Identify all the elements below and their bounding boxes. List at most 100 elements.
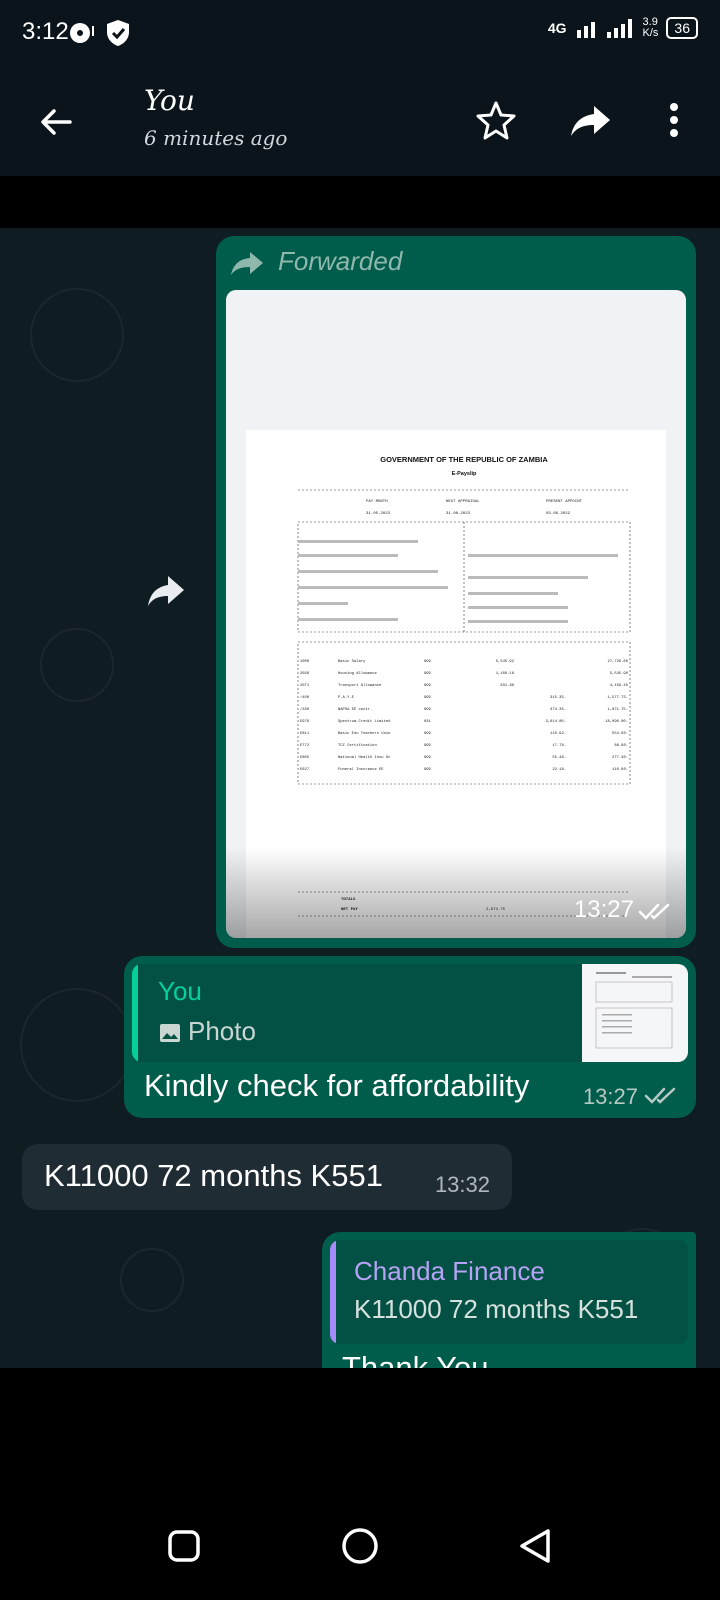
forwarded-icon xyxy=(231,252,263,275)
outgoing-message-bubble[interactable]: Chanda Finance K11000 72 months K551 Tha… xyxy=(322,1232,696,1385)
more-options-icon[interactable] xyxy=(652,98,696,142)
battery-icon: 36 xyxy=(666,17,698,39)
payslip-cell: Housing Allowance xyxy=(338,671,377,676)
payslip-cell: 999 xyxy=(424,672,432,676)
network-speed: 3.9 K/s xyxy=(642,16,659,39)
payslip-rows: 1000 Basic Salary 999 5,545.92 27,729.60 2026… xyxy=(300,659,629,772)
photo-icon xyxy=(160,1024,180,1042)
quoted-message[interactable]: You Photo xyxy=(132,964,688,1062)
message-text: K11000 72 months K551 xyxy=(44,1158,383,1193)
payslip-cell: 554.60- xyxy=(612,732,628,736)
shield-icon xyxy=(107,20,129,46)
payslip-cell: 4,159.45 xyxy=(610,684,629,688)
read-receipt-icon xyxy=(638,903,670,920)
payslip-cell: 17.78- xyxy=(552,744,566,748)
network-type: 4G xyxy=(547,20,567,36)
payslip-cell: 999 xyxy=(424,732,432,736)
payslip-cell: 999 xyxy=(424,684,432,688)
star-icon[interactable] xyxy=(474,98,518,142)
status-bar: 3:12 4G 3.9 K/s 36 xyxy=(0,0,720,64)
payslip-image[interactable]: GOVERNMENT OF THE REPUBLIC OF ZAMBIA E-P… xyxy=(226,290,686,938)
payslip-cell: 999 xyxy=(424,708,432,712)
payslip-cell: 5,545.90 xyxy=(610,672,629,676)
back-icon[interactable] xyxy=(516,1526,556,1566)
present-appoint-label: PRESENT APPOINT xyxy=(546,500,583,504)
payslip-cell: 22.18- xyxy=(552,768,566,772)
payslip-cell: 277.30- xyxy=(612,756,628,760)
quoted-text: K11000 72 months K551 xyxy=(354,1294,639,1324)
incoming-message-bubble[interactable]: K11000 72 months K551 13:32 xyxy=(22,1144,512,1210)
back-arrow-icon[interactable] xyxy=(34,100,78,144)
payslip-cell: 831.89 xyxy=(500,684,514,688)
reply-message-bubble[interactable]: You Photo Kindly check for affordability… xyxy=(124,956,696,1118)
media-playing-icon xyxy=(70,23,94,43)
payslip-cell: Basic Salary xyxy=(338,659,366,664)
pay-month-value: 31.05.2023 xyxy=(366,512,391,516)
payslip-cell: 999 xyxy=(424,660,432,664)
quoted-message[interactable]: Chanda Finance K11000 72 months K551 xyxy=(330,1240,688,1344)
payslip-cell: E976 xyxy=(300,720,310,724)
quoted-sender: Chanda Finance xyxy=(354,1256,545,1286)
payslip-cell: 1,109.18 xyxy=(496,672,515,676)
payslip-cell: 999 xyxy=(424,768,432,772)
payslip-cell: 999 xyxy=(424,756,432,760)
message-time: 13:27 xyxy=(582,1084,638,1109)
chat-header: You 6 minutes ago xyxy=(0,64,720,176)
chat-subtitle: 6 minutes ago xyxy=(144,126,288,150)
payslip-cell: Basic Edu Teachers Unio xyxy=(338,731,391,736)
next-appraisal-value: 31.08.2023 xyxy=(446,512,471,516)
payslip-cell: E811 xyxy=(300,732,310,736)
payslip-cell: 55.46- xyxy=(552,756,566,760)
payslip-cell: TCZ Certification xyxy=(338,743,377,748)
message-time: 13:32 xyxy=(434,1172,490,1197)
header-divider-band xyxy=(0,176,720,228)
payslip-cell: 999 xyxy=(424,696,432,700)
payslip-cell: 5,545.92 xyxy=(496,660,515,664)
forwarded-label: Forwarded xyxy=(278,246,403,276)
present-appoint-value: 03.08.2022 xyxy=(546,512,571,516)
payslip-subheading: E-Payslip xyxy=(452,471,477,477)
payslip-cell: Funeral Insurance EE xyxy=(338,767,384,772)
payslip-cell: 031 xyxy=(424,720,432,724)
payslip-cell: Transport Allowance xyxy=(338,683,382,688)
payslip-heading: GOVERNMENT OF THE REPUBLIC OF ZAMBIA xyxy=(380,455,548,464)
chat-title[interactable]: You xyxy=(144,84,195,117)
payslip-cell: /400 xyxy=(300,695,310,700)
home-icon[interactable] xyxy=(340,1526,380,1566)
quoted-sender: You xyxy=(158,976,202,1006)
quoted-type: Photo xyxy=(188,1016,256,1046)
pay-month-label: PAY MONTH xyxy=(366,500,388,504)
payslip-cell: 18,090.00- xyxy=(605,720,628,724)
payslip-cell: 2071 xyxy=(300,684,310,688)
message-time: 13:27 xyxy=(573,896,634,923)
payslip-cell: E772 xyxy=(300,744,310,748)
quoted-thumbnail xyxy=(582,964,688,1062)
payslip-cell: NAPSA EE contr. xyxy=(338,707,372,712)
payslip-cell: 110.92- xyxy=(550,732,566,736)
image-message-bubble[interactable]: Forwarded GOVERNMENT OF THE REPUBLIC OF … xyxy=(216,236,696,948)
payslip-cell: P.A.Y.E xyxy=(338,696,355,700)
read-receipt-icon xyxy=(644,1087,676,1104)
payslip-cell: 315.35- xyxy=(550,696,566,700)
payslip-cell: 1,871.75- xyxy=(607,708,628,712)
payslip-cell: 3,614.00- xyxy=(545,720,566,724)
payslip-cell: 999 xyxy=(424,744,432,748)
signal-icon xyxy=(576,19,632,38)
payslip-cell: /330 xyxy=(300,707,310,712)
recents-icon[interactable] xyxy=(164,1526,204,1566)
payslip-cell: 1000 xyxy=(300,660,310,664)
next-appraisal-label: NEXT APPRAISAL xyxy=(446,500,480,504)
payslip-cell: E805 xyxy=(300,756,310,760)
payslip-cell: 27,729.60 xyxy=(607,660,628,664)
forward-share-icon[interactable] xyxy=(146,570,186,610)
payslip-cell: Spectrum Credit Limited xyxy=(338,719,390,724)
payslip-cell: 1,577.73- xyxy=(607,696,628,700)
payslip-cell: 374.35- xyxy=(550,708,566,712)
status-time: 3:12 xyxy=(22,18,69,45)
payslip-cell: 110.90- xyxy=(612,768,628,772)
system-nav-bar xyxy=(0,1368,720,1600)
payslip-cell: 88.90- xyxy=(614,744,628,748)
forward-icon[interactable] xyxy=(568,98,612,142)
message-text: Kindly check for affordability xyxy=(144,1068,530,1103)
payslip-cell: E627 xyxy=(300,768,309,772)
